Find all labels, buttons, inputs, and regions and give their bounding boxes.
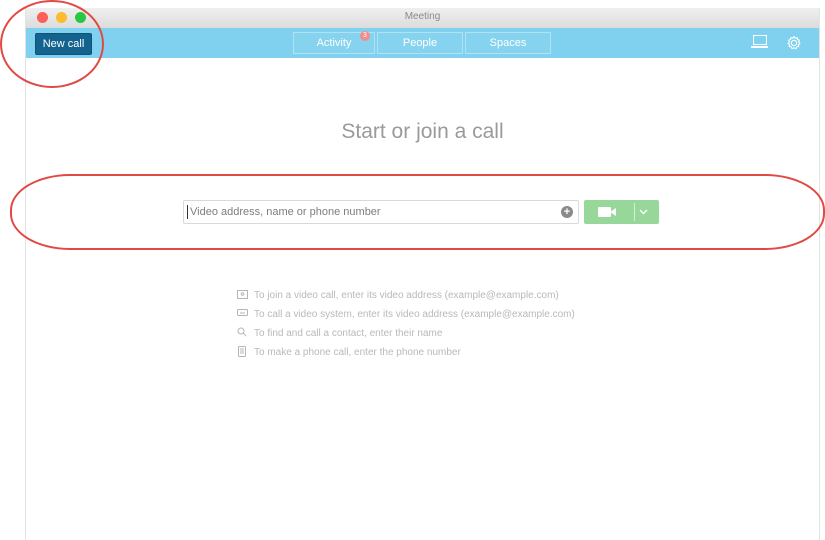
window-title: Meeting (404, 11, 441, 22)
hint-text: To make a phone call, enter the phone nu… (254, 347, 461, 358)
hint-item: To make a phone call, enter the phone nu… (236, 343, 575, 362)
video-system-icon (236, 309, 248, 320)
video-address-icon (236, 289, 248, 302)
text-caret (187, 205, 188, 219)
tab-activity-label: Activity (316, 37, 352, 49)
hint-item: To find and call a contact, enter their … (236, 324, 575, 343)
hint-text: To join a video call, enter its video ad… (254, 290, 559, 301)
tab-activity[interactable]: Activity 3 (293, 31, 375, 54)
video-call-button[interactable] (584, 200, 659, 224)
activity-badge: 3 (360, 31, 370, 41)
hint-text: To call a video system, enter its video … (254, 309, 575, 320)
gear-icon[interactable] (786, 35, 802, 54)
search-icon (236, 327, 248, 340)
new-call-button[interactable]: New call (35, 33, 92, 55)
hint-item: To join a video call, enter its video ad… (236, 286, 575, 305)
toolbar: New call Activity 3 People Spaces (26, 28, 819, 58)
title-bar: Meeting (26, 8, 819, 29)
call-address-input[interactable] (190, 203, 550, 221)
laptop-icon[interactable] (751, 35, 768, 48)
main-tabs: Activity 3 People Spaces (293, 31, 553, 54)
call-hints-list: To join a video call, enter its video ad… (236, 286, 575, 362)
tab-spaces-label: Spaces (489, 37, 527, 49)
tab-people[interactable]: People (377, 32, 463, 54)
call-address-field[interactable]: + (183, 200, 579, 224)
chevron-down-icon[interactable] (639, 203, 648, 221)
add-participant-icon[interactable]: + (561, 206, 573, 218)
phone-icon (236, 345, 248, 360)
button-divider (634, 203, 635, 221)
tab-people-label: People (402, 37, 438, 49)
hint-item: To call a video system, enter its video … (236, 305, 575, 324)
hint-text: To find and call a contact, enter their … (254, 328, 443, 339)
page-title: Start or join a call (341, 120, 504, 143)
app-window: Meeting New call Activity 3 People Space… (25, 8, 820, 540)
tab-spaces[interactable]: Spaces (465, 32, 551, 54)
